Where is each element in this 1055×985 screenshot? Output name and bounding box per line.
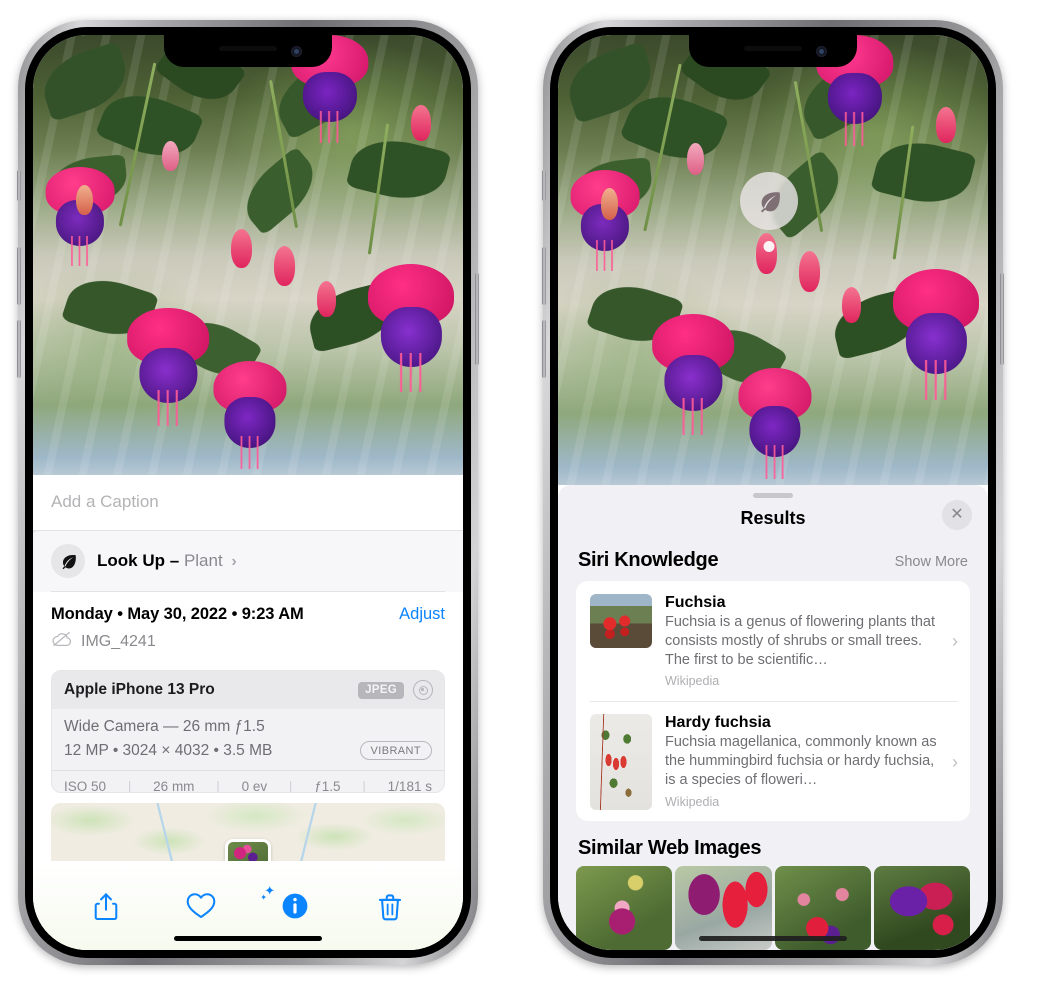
volume-down-button[interactable] [17,320,21,378]
result-source: Wikipedia [665,674,720,689]
result-title: Fuchsia [665,593,726,611]
look-up-label: Look Up – Plant › [97,551,237,571]
camera-device-name: Apple iPhone 13 Pro [64,681,215,698]
list-item[interactable]: Fuchsia Fuchsia is a genus of flowering … [576,581,970,702]
adjust-button[interactable]: Adjust [399,605,445,624]
similar-web-images-title: Similar Web Images [578,837,762,859]
exposure-stats-row: ISO 50 | 26 mm | 0 ev | ƒ1.5 | 1/181 s [52,770,444,794]
siri-knowledge-header: Siri Knowledge Show More [558,543,988,581]
similar-web-images-header: Similar Web Images [558,821,988,862]
visual-look-up-marker[interactable] [740,172,798,252]
exif-separator: | [288,779,293,794]
location-map-card[interactable] [51,803,445,861]
chevron-right-icon: › [952,630,958,651]
info-button[interactable]: ✦ ✦ [260,884,317,932]
result-description: Fuchsia magellanica, commonly known as t… [665,734,937,789]
results-title: Results [740,507,806,528]
flower [652,314,735,435]
look-up-dash: – [169,551,180,570]
map-photo-pin[interactable] [225,838,271,861]
earpiece-speaker [219,46,277,51]
photo-viewer-right[interactable] [558,35,988,485]
results-sheet: Results ✕ Siri Knowledge Show More Fuchs… [558,485,988,950]
delete-button[interactable] [368,892,412,932]
close-icon[interactable]: ✕ [942,499,972,530]
home-indicator[interactable] [174,936,322,941]
chevron-right-icon: › [231,553,237,570]
exif-exposure-value: 0 ev [241,779,268,794]
flower [893,269,980,401]
photo-viewer-left[interactable] [33,35,463,475]
exif-aperture: ƒ1.5 [314,779,341,794]
exif-shutter-speed: 1/181 s [387,779,432,794]
silent-switch[interactable] [17,170,21,201]
share-button[interactable] [84,892,128,932]
metadata-block: Monday • May 30, 2022 • 9:23 AM Adjust I… [33,592,463,662]
leaf-icon [51,544,85,578]
power-button[interactable] [1000,273,1004,365]
photo-filename: IMG_4241 [81,632,156,650]
volume-up-button[interactable] [17,247,21,305]
web-image-thumbnail[interactable] [873,866,970,950]
list-item[interactable]: Hardy fuchsia Fuchsia magellanica, commo… [576,701,970,821]
siri-knowledge-title: Siri Knowledge [578,548,719,571]
exif-separator: | [216,779,220,794]
exif-focal-length: 26 mm [153,779,195,794]
photographic-style-badge: VIBRANT [359,741,432,760]
silent-switch[interactable] [542,170,546,201]
volume-up-button[interactable] [542,247,546,305]
results-header: Results ✕ [558,498,988,543]
flower [127,307,210,427]
show-more-button[interactable]: Show More [895,554,968,570]
result-description: Fuchsia is a genus of flowering plants t… [665,613,936,668]
result-title: Hardy fuchsia [665,714,771,732]
result-thumbnail [590,714,652,811]
flower [213,360,287,469]
chevron-right-icon: › [952,751,958,772]
leaf-icon [760,191,780,213]
camera-details-body: Wide Camera — 26 mm ƒ1.5 12 MP • 3024 × … [52,709,444,770]
iphone-left-device: Add a Caption ✦ ✦ Look Up – [17,20,479,965]
exif-separator: | [127,779,132,794]
flower [738,368,812,479]
power-button[interactable] [475,273,479,365]
exif-iso: ISO 50 [64,779,107,794]
camera-details-card[interactable]: Apple iPhone 13 Pro JPEG Wide Camera — 2… [51,670,445,794]
notch [164,35,332,67]
device-bezel: Add a Caption ✦ ✦ Look Up – [25,27,471,958]
sparkle-icon-small: ✦ [260,893,267,903]
sparkle-icon: ✦ [33,525,38,540]
look-up-kind: Plant [183,551,223,570]
web-image-thumbnail[interactable] [576,866,673,950]
left-screen: Add a Caption ✦ ✦ Look Up – [33,35,463,950]
iphone-right-device: Results ✕ Siri Knowledge Show More Fuchs… [542,20,1004,965]
photo-info-sheet: Add a Caption ✦ ✦ Look Up – [33,475,463,950]
lens-aperture-icon [413,680,433,700]
flower [368,263,455,392]
camera-details-header: Apple iPhone 13 Pro JPEG [52,671,444,709]
caption-input[interactable]: Add a Caption [33,475,463,531]
right-screen: Results ✕ Siri Knowledge Show More Fuchs… [558,35,988,950]
screenshot-stage: Add a Caption ✦ ✦ Look Up – [0,0,1055,985]
favorite-button[interactable] [179,892,223,932]
front-camera [291,46,302,57]
lens-description: Wide Camera — 26 mm ƒ1.5 [64,718,265,735]
earpiece-speaker [744,46,802,51]
file-format-badge: JPEG [358,681,404,699]
look-up-row[interactable]: ✦ ✦ Look Up – Plant › [33,525,463,592]
volume-down-button[interactable] [542,320,546,378]
image-size-info: 12 MP • 3024 × 4032 • 3.5 MB [64,741,273,759]
cloud-slash-icon [51,631,73,652]
marker-dot [763,241,775,252]
notch [689,35,857,67]
home-indicator[interactable] [699,936,847,941]
result-thumbnail [590,593,652,648]
photo-datetime: Monday • May 30, 2022 • 9:23 AM [51,605,304,623]
result-source: Wikipedia [665,795,720,810]
look-up-title: Look Up [97,551,165,570]
siri-knowledge-card: Fuchsia Fuchsia is a genus of flowering … [576,580,970,821]
front-camera [816,46,827,57]
exif-separator: | [362,779,366,794]
device-bezel: Results ✕ Siri Knowledge Show More Fuchs… [550,27,996,958]
